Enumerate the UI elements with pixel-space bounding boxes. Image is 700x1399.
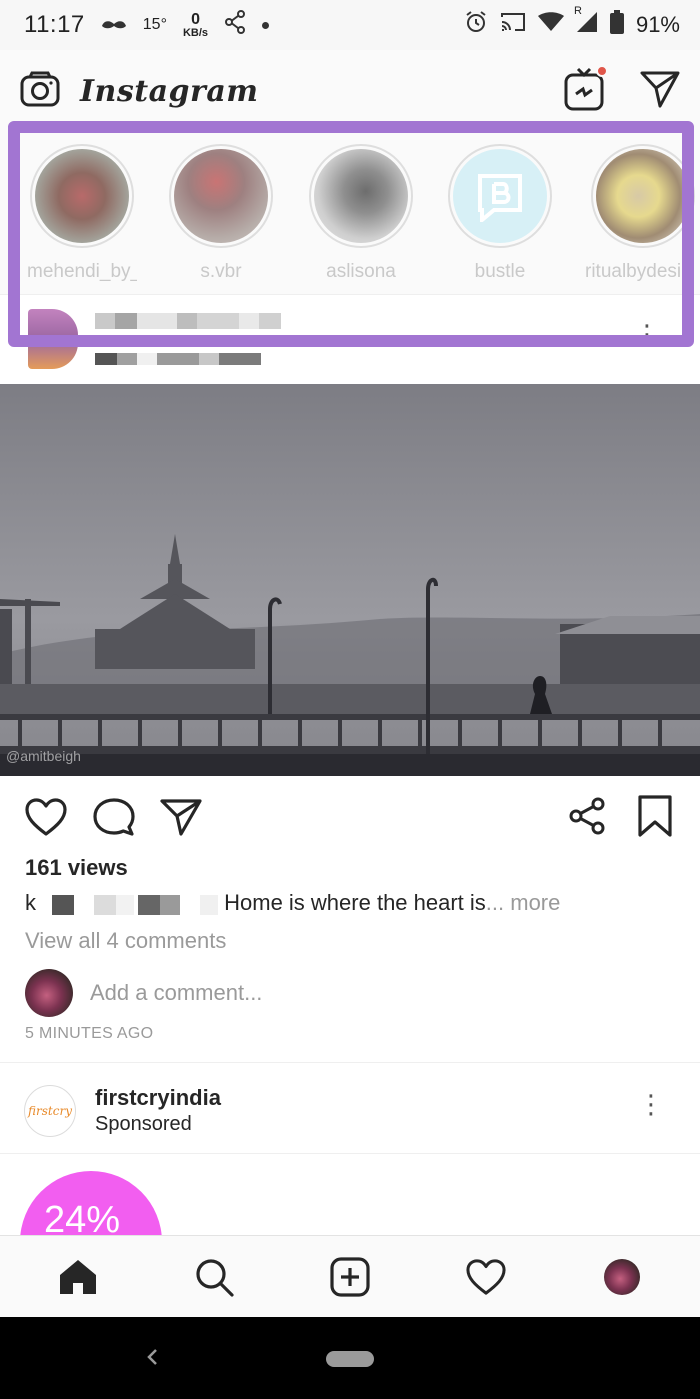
add-comment-input[interactable]: Add a comment... [90,980,262,1006]
post-caption: k Home is where the heart is... more [25,890,560,916]
post-actions [0,795,700,845]
share-direct-icon[interactable] [160,798,202,841]
view-all-comments-link[interactable]: View all 4 comments [25,928,226,954]
post-header: ⋮ [0,294,700,384]
story-ring [169,144,273,248]
notification-badge [596,64,608,77]
back-chevron-icon[interactable] [142,1342,162,1372]
cast-icon [500,11,526,39]
firstcry-logo-text: firstcry [28,1104,72,1118]
sponsored-post-header: firstcry firstcryindia Sponsored ⋮ [0,1062,700,1154]
story-item[interactable]: aslisona [306,144,416,283]
nav-activity[interactable] [446,1247,526,1307]
mustache-icon [101,12,127,38]
add-comment-row[interactable]: Add a comment... [25,968,262,1018]
status-bar: 11:17 15° 0 KB/s R 91% [0,0,700,50]
story-username: mehendi_by_... [27,261,137,282]
app-logo: Instagram [80,73,259,109]
caption-text: Home is where the heart is [224,890,486,915]
nav-search[interactable] [174,1247,254,1307]
app-header: Instagram [0,50,700,132]
nav-profile[interactable] [582,1247,662,1307]
story-ring [448,144,552,248]
story-username: s.vbr [200,261,242,282]
post-timestamp: 5 MINUTES AGO [25,1025,154,1042]
story-username: aslisona [326,261,396,282]
roaming-badge: R [573,5,582,17]
home-icon [60,1259,96,1294]
story-item[interactable]: mehendi_by_... [27,144,137,283]
stories-tray[interactable]: mehendi_by_... s.vbr aslisona bustle rit… [0,132,700,294]
story-username: bustle [474,261,526,282]
temperature: 15° [142,16,167,33]
activity-heart-icon [466,1258,506,1295]
system-navigation-bar [0,1317,700,1399]
caption-author-initial[interactable]: k [25,890,36,915]
battery-icon [609,10,624,40]
caption-author-redacted [44,893,224,916]
photo-credit: @amitbeigh [6,748,81,764]
views-count[interactable]: 161 views [25,855,128,881]
bustle-logo-icon [478,174,522,222]
story-avatar [595,149,690,243]
share-icon[interactable] [568,797,606,840]
story-avatar [35,149,129,243]
alarm-icon [464,10,488,40]
story-item[interactable]: s.vbr [166,144,276,283]
story-item[interactable]: bustle [445,144,555,283]
sponsored-label: Sponsored [95,1113,192,1135]
battery-level: 91% [635,12,680,37]
photo-snow-scene [0,384,700,776]
wifi-icon [537,12,564,38]
post-options-icon[interactable]: ⋮ [634,321,660,347]
share-icon [224,10,246,40]
add-post-icon [330,1256,370,1297]
status-time: 11:17 [24,11,85,38]
sponsored-options-icon[interactable]: ⋮ [638,1091,664,1117]
home-pill-button[interactable] [326,1351,374,1367]
nav-home[interactable] [38,1247,118,1307]
post-author-avatar[interactable] [28,309,78,369]
story-avatar [453,149,547,243]
net-speed: 0 KB/s [182,10,209,39]
post-photo[interactable]: @amitbeigh [0,384,700,776]
story-avatar [174,149,268,243]
firstcry-avatar[interactable]: firstcry [24,1085,76,1137]
direct-message-icon[interactable] [640,70,680,113]
story-ring [590,144,695,248]
story-username: ritualbydesi [585,261,682,282]
profile-avatar [604,1258,640,1295]
bookmark-icon[interactable] [638,795,672,842]
camera-icon[interactable] [20,71,60,112]
comment-icon[interactable] [93,797,135,842]
ad-discount-text: 24% [44,1199,121,1235]
sponsor-account-name[interactable]: firstcryindia [95,1085,221,1111]
nav-new-post[interactable] [310,1247,390,1307]
ad-image[interactable]: 24% [0,1155,700,1235]
search-icon [196,1258,234,1297]
current-user-avatar [25,969,73,1017]
story-item[interactable]: ritualbydesi [585,144,700,283]
signal-icon: R [574,5,598,39]
caption-more-link[interactable]: ... more [486,890,561,915]
like-heart-icon[interactable] [24,797,68,842]
story-avatar [314,149,408,243]
story-ring [309,144,413,248]
notification-dot-icon [262,21,270,29]
story-ring [30,144,134,248]
bottom-navigation [0,1235,700,1317]
igtv-icon[interactable] [564,64,608,116]
